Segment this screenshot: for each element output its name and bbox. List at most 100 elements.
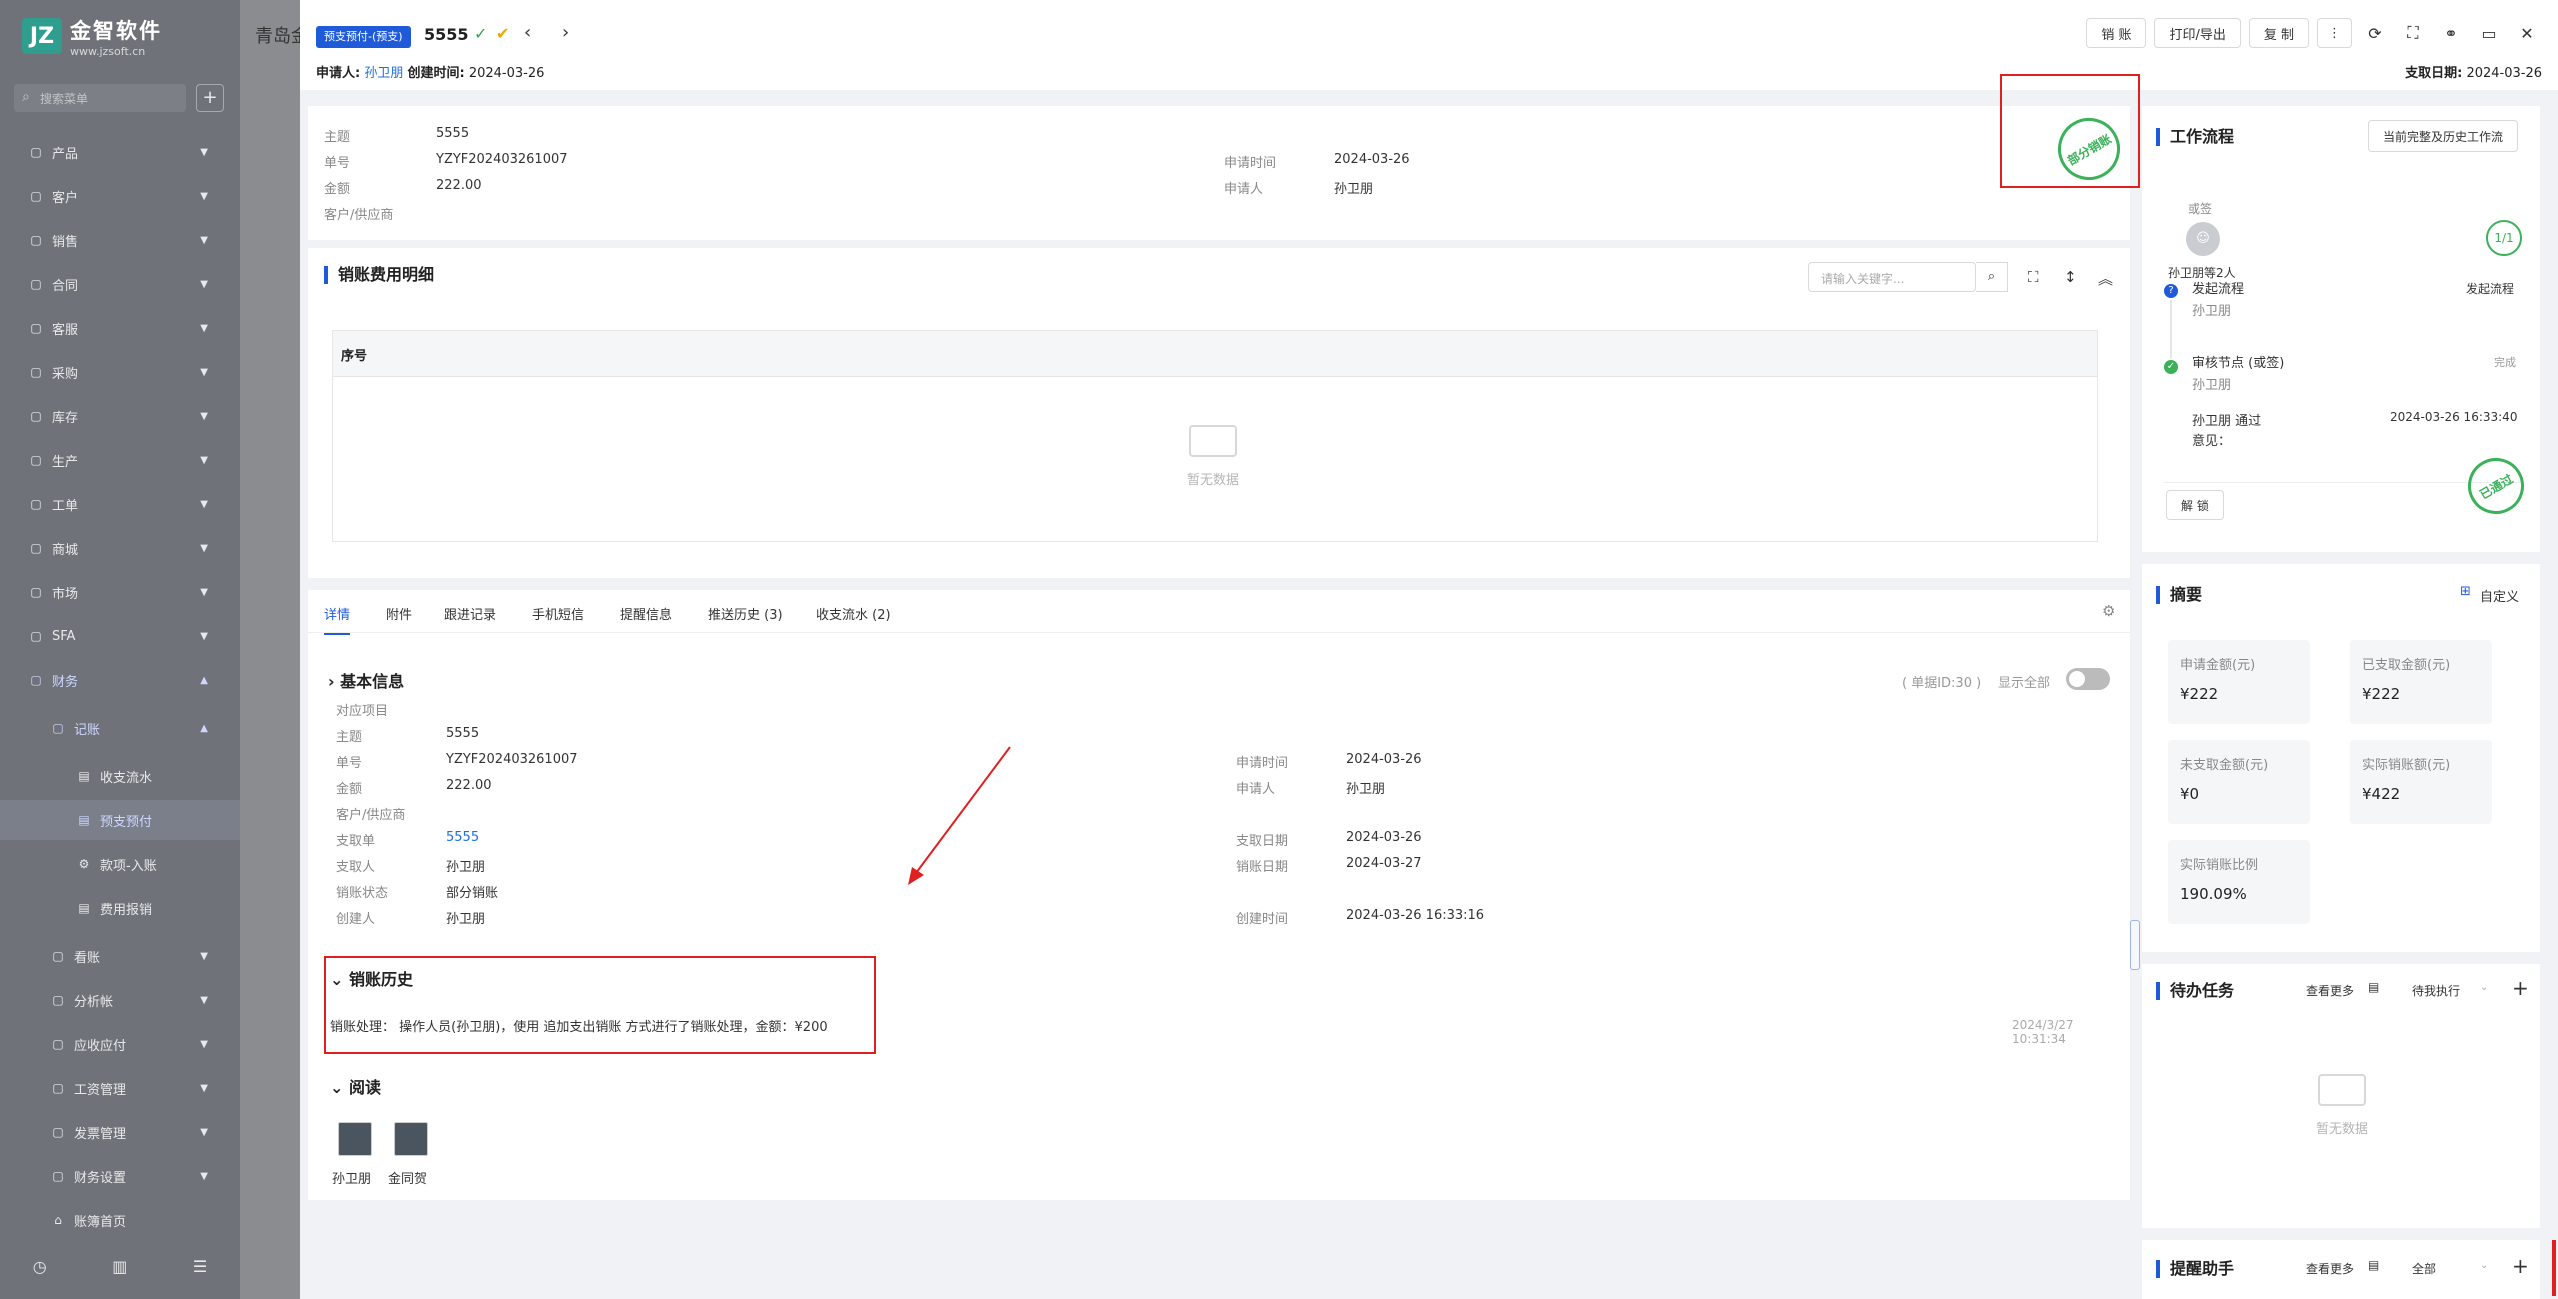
grid-icon[interactable]: ⊞ (2460, 584, 2471, 599)
folder-icon: ▢ (52, 1169, 64, 1183)
sidebar-item-salary[interactable]: ▢ 工资管理 ▼ (0, 1068, 240, 1108)
fullscreen-icon[interactable]: ⛶ (2398, 18, 2428, 48)
stat-value: ¥0 (2180, 785, 2200, 803)
view-more-link[interactable]: 查看更多 (2306, 982, 2354, 999)
applicant-link[interactable]: 孙卫朋 (364, 66, 403, 81)
pay-doc-label: 支取单 (336, 834, 376, 849)
workflow-history-button[interactable]: 当前完整及历史工作流 (2368, 120, 2519, 152)
sidebar-item-finance[interactable]: ▢ 财务 ▲ (0, 660, 240, 700)
logo-mark: JZ (22, 18, 62, 54)
sidebar-item-label: 工单 (52, 498, 79, 514)
list-icon[interactable]: ▤ (2368, 1258, 2379, 1272)
copy-button[interactable]: 复 制 (2248, 18, 2309, 48)
purchase-icon: ▢ (30, 365, 42, 379)
reminder-filter-select[interactable]: 全部 (2412, 1260, 2436, 1277)
sidebar-item-bookkeeping[interactable]: ▢ 记账 ▲ (0, 708, 240, 748)
section-title: 待办任务 (2156, 982, 2234, 1000)
view-more-link[interactable]: 查看更多 (2306, 1260, 2354, 1277)
applicant-value: 孙卫朋 (1334, 182, 1374, 197)
sidebar-item-receivable[interactable]: ▢ 应收应付 ▼ (0, 1024, 240, 1064)
fullscreen-icon[interactable]: ⛶ (2028, 268, 2039, 286)
tab-push-history[interactable]: 推送历史 (3) (708, 604, 783, 623)
sidebar-item-service[interactable]: ▢ 客服 ▼ (0, 308, 240, 348)
sidebar-item-sfa[interactable]: ▢ SFA ▼ (0, 616, 240, 656)
logo[interactable]: JZ 金智软件 www.jzsoft.cn (22, 16, 162, 58)
tab-cashflow[interactable]: 收支流水 (2) (816, 604, 891, 623)
sidebar-item-product[interactable]: ▢ 产品 ▼ (0, 132, 240, 172)
review-node-status: 完成 (2494, 356, 2516, 369)
tab-sms[interactable]: 手机短信 (532, 604, 584, 623)
pay-date-label: 支取日期: (2405, 66, 2463, 81)
customize-link[interactable]: 自定义 (2480, 586, 2519, 605)
tab-attachments[interactable]: 附件 (386, 604, 412, 623)
refresh-icon[interactable]: ⟳ (2360, 18, 2390, 48)
close-icon[interactable]: ✕ (2512, 18, 2542, 48)
keyword-search-input[interactable]: 请输入关键字... (1808, 262, 1976, 292)
sidebar-item-production[interactable]: ▢ 生产 ▼ (0, 440, 240, 480)
sidebar-item-finance-settings[interactable]: ▢ 财务设置 ▼ (0, 1156, 240, 1196)
link-icon[interactable]: ⚭ (2436, 18, 2466, 48)
add-icon[interactable]: + (2512, 976, 2529, 1000)
basic-info-title[interactable]: › 基本信息 (328, 668, 404, 692)
sidebar-item-expense[interactable]: ▤ 费用报销 (0, 888, 240, 928)
unlock-button[interactable]: 解 锁 (2166, 490, 2224, 520)
stat-value: 190.09% (2180, 885, 2247, 903)
writeoff-history-title-text: 销账历史 (348, 970, 413, 989)
chevron-down-icon: ⌄ (2480, 982, 2489, 993)
sidebar-item-advance[interactable]: ▤ 预支预付 (0, 800, 240, 840)
sidebar-item-view-account[interactable]: ▢ 看账 ▼ (0, 936, 240, 976)
amount-label: 金额 (324, 182, 351, 197)
todo-filter-select[interactable]: 待我执行 (2412, 982, 2460, 999)
sidebar-item-market[interactable]: ▢ 市场 ▼ (0, 572, 240, 612)
show-all-toggle[interactable] (2066, 668, 2110, 690)
sidebar-item-analysis[interactable]: ▢ 分析帐 ▼ (0, 980, 240, 1020)
subject-label: 主题 (336, 730, 363, 745)
search-icon[interactable]: ⌕ (1976, 262, 2008, 292)
start-flow-status: 发起流程 (2466, 282, 2515, 296)
chevron-down-icon: ▼ (200, 994, 208, 1006)
sidebar-item-mall[interactable]: ▢ 商城 ▼ (0, 528, 240, 568)
sidebar-item-cashflow[interactable]: ▤ 收支流水 (0, 756, 240, 796)
next-record-icon[interactable]: › (562, 22, 569, 43)
read-title[interactable]: ⌄ 阅读 (330, 1074, 381, 1098)
sidebar-item-receipt[interactable]: ⚙ 款项-入账 (0, 844, 240, 884)
sidebar-item-label: 预支预付 (100, 814, 153, 830)
chevron-up-icon: ▲ (200, 674, 208, 686)
collapse-menu-icon[interactable]: ☰ (193, 1257, 207, 1276)
list-icon[interactable]: ▤ (2368, 980, 2379, 994)
pay-date-value: 2024-03-26 (2466, 66, 2542, 81)
stat-value: ¥422 (2362, 785, 2401, 803)
writeoff-button[interactable]: 销 账 (2086, 18, 2147, 48)
sidebar-item-ledger-home[interactable]: ⌂ 账簿首页 (0, 1200, 240, 1240)
panel-splitter-handle[interactable] (2130, 920, 2140, 970)
collapse-icon[interactable]: ︽ (2098, 268, 2113, 289)
scrollbar-indicator[interactable] (2552, 1240, 2556, 1296)
print-export-button[interactable]: 打印/导出 (2154, 18, 2241, 48)
history-icon[interactable]: ◷ (33, 1257, 47, 1276)
tab-details[interactable]: 详情 (324, 604, 351, 635)
sidebar-item-invoice[interactable]: ▢ 发票管理 ▼ (0, 1112, 240, 1152)
sidebar-item-workorder[interactable]: ▢ 工单 ▼ (0, 484, 240, 524)
add-menu-button[interactable]: + (196, 84, 224, 112)
stat-label: 申请金额(元) (2180, 658, 2256, 673)
start-flow-label: 发起流程 (2192, 282, 2245, 297)
writeoff-history-title[interactable]: ⌄ 销账历史 (330, 966, 413, 990)
more-menu-button[interactable]: ⋮ (2317, 18, 2352, 48)
prev-record-icon[interactable]: ‹ (524, 22, 531, 43)
building-icon[interactable]: ▥ (112, 1257, 127, 1276)
sidebar-item-inventory[interactable]: ▢ 库存 ▼ (0, 396, 240, 436)
settings-icon[interactable]: ⚙ (2102, 602, 2115, 620)
doc-number: 5555 (424, 25, 469, 44)
menu-search-input[interactable]: ⌕ 搜索菜单 (14, 84, 186, 112)
tab-followup[interactable]: 跟进记录 (444, 604, 496, 623)
resize-icon[interactable]: ↕ (2064, 268, 2077, 286)
pay-doc-link[interactable]: 5555 (446, 830, 479, 845)
finance-icon: ▢ (30, 673, 42, 687)
sidebar-item-purchase[interactable]: ▢ 采购 ▼ (0, 352, 240, 392)
tab-reminders[interactable]: 提醒信息 (620, 604, 672, 623)
sidebar-item-contract[interactable]: ▢ 合同 ▼ (0, 264, 240, 304)
dock-icon[interactable]: ▭ (2474, 18, 2504, 48)
add-icon[interactable]: + (2512, 1254, 2529, 1278)
sidebar-item-sales[interactable]: ▢ 销售 ▼ (0, 220, 240, 260)
sidebar-item-customer[interactable]: ▢ 客户 ▼ (0, 176, 240, 216)
